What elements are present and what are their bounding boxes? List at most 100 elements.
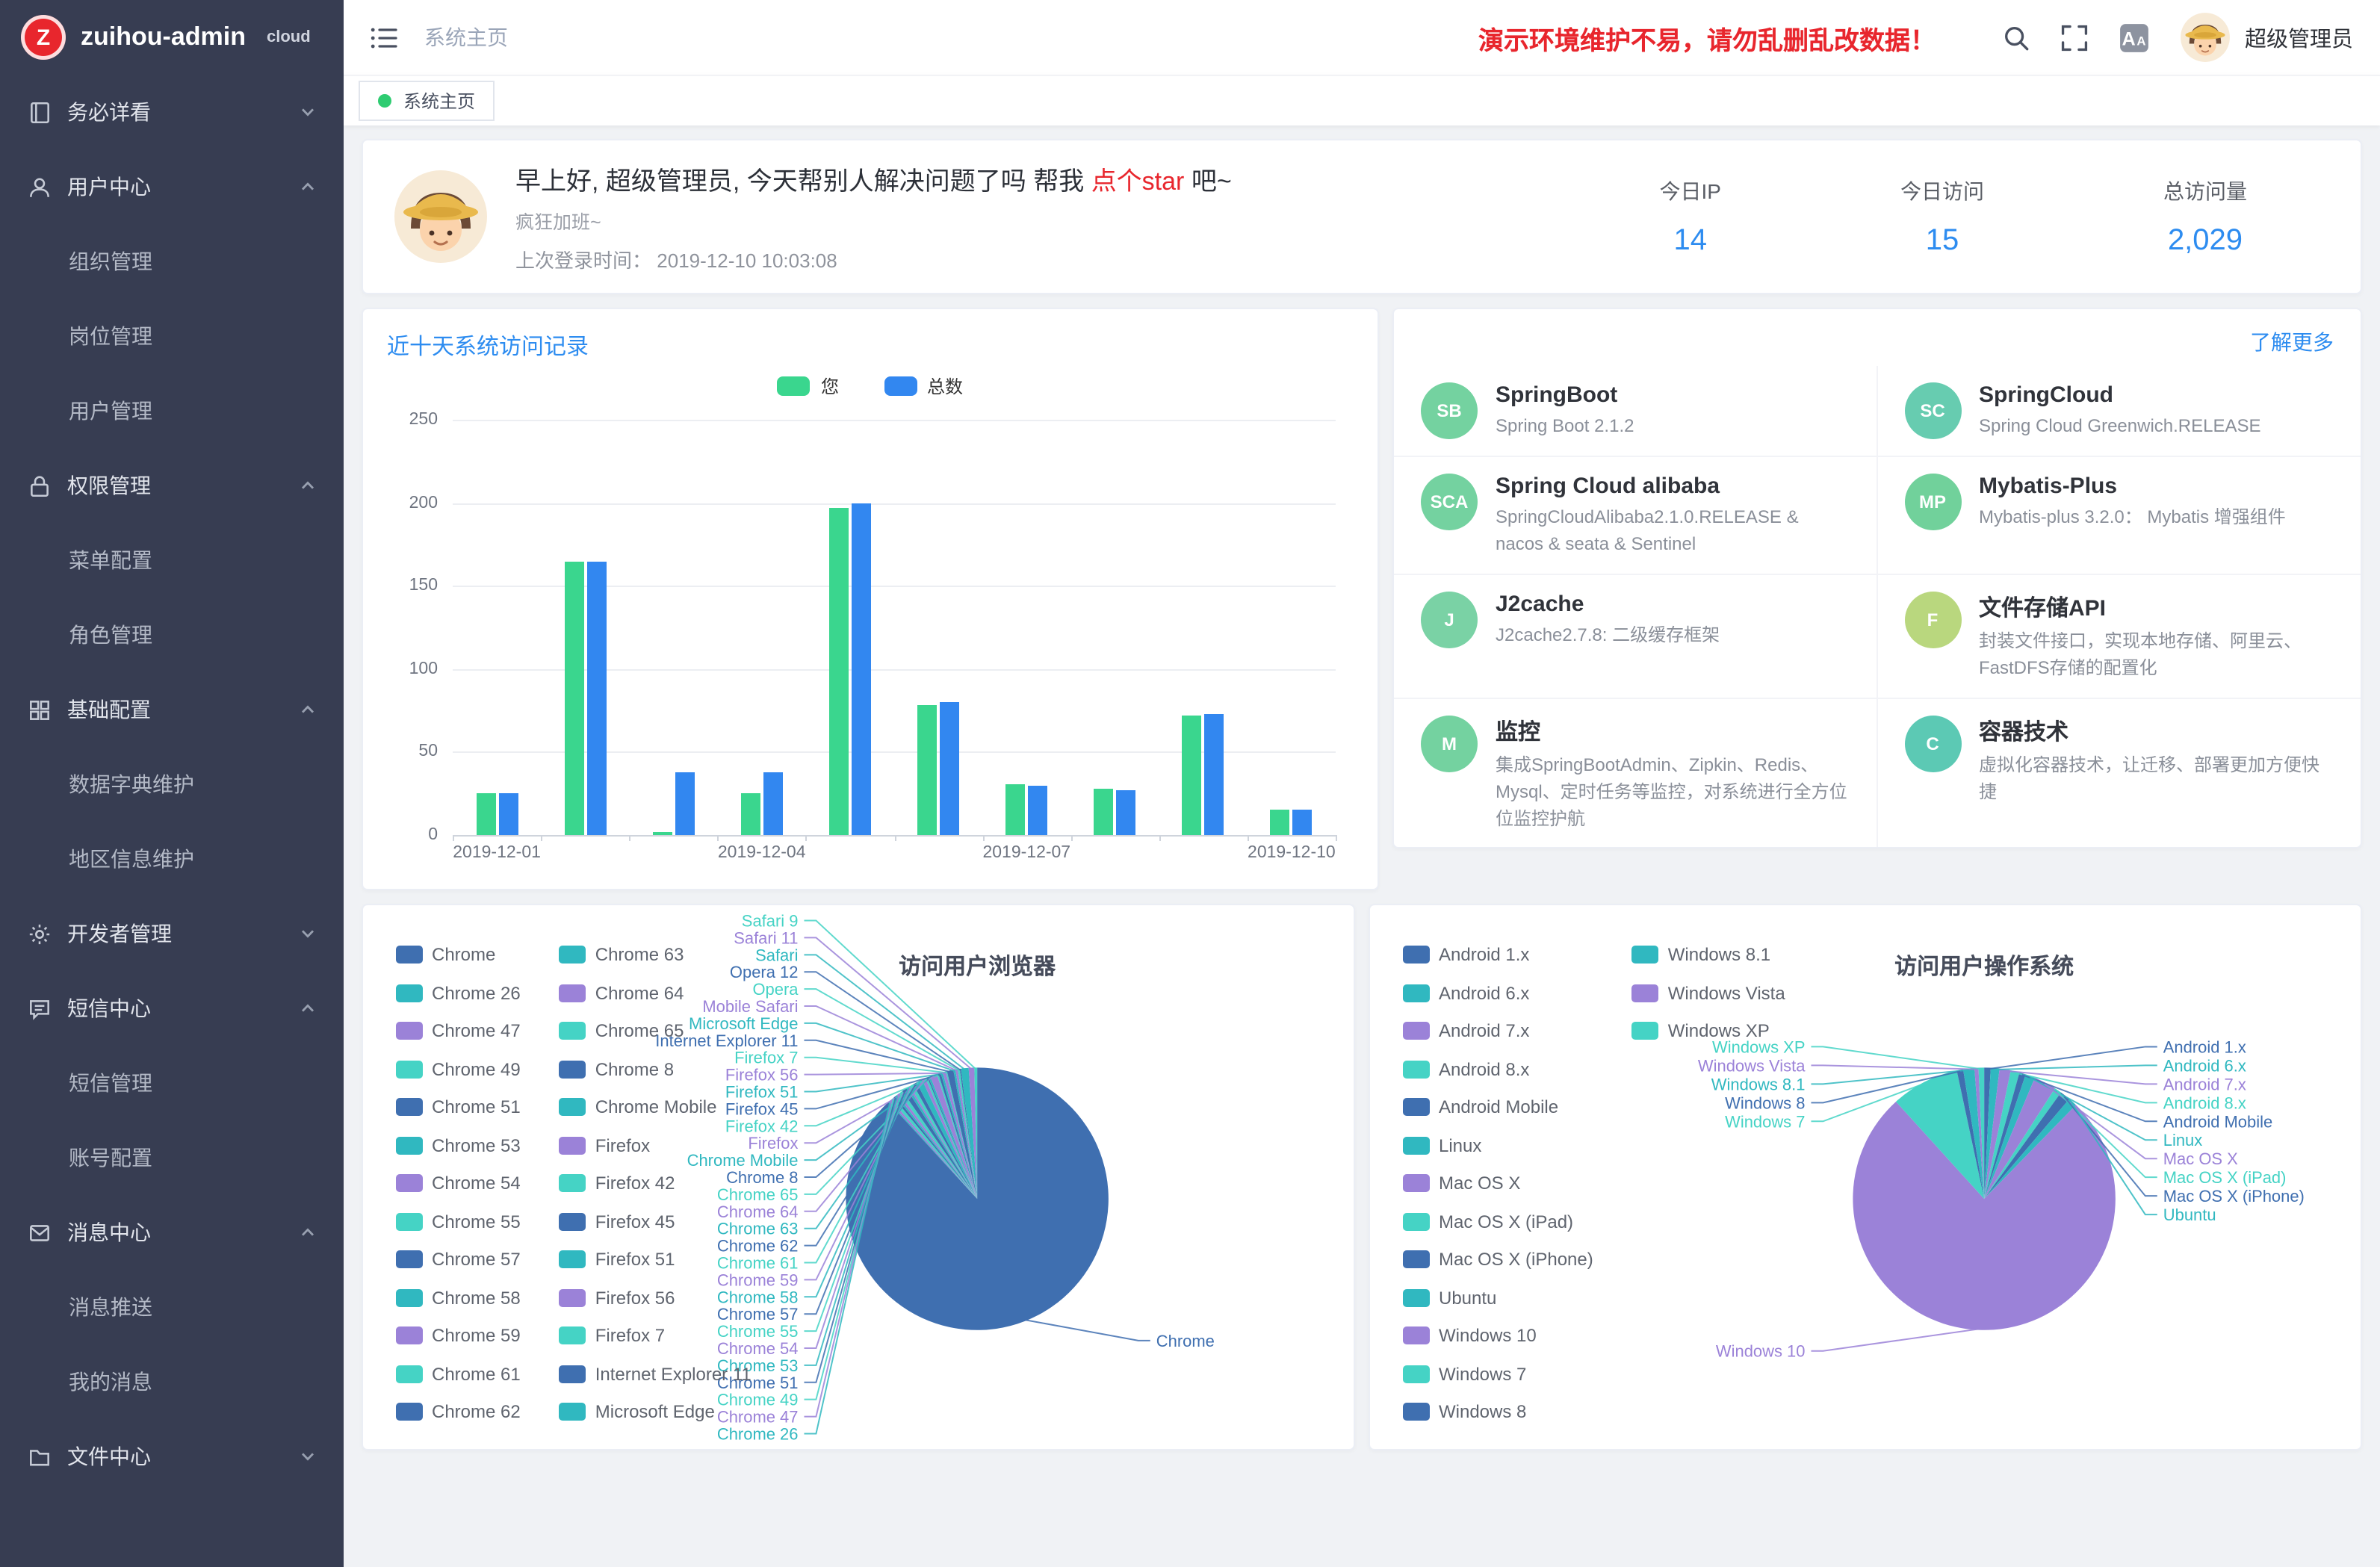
sidebar-subitem-5-0[interactable]: 短信管理 <box>0 1046 344 1120</box>
legend-item[interactable]: Mac OS X (iPad) <box>1403 1211 1593 1232</box>
stat-value[interactable]: 2,029 <box>2163 223 2247 258</box>
bar-s0-c2[interactable] <box>653 832 672 835</box>
legend-item[interactable]: Chrome <box>396 944 521 965</box>
legend-item[interactable]: Mac OS X <box>1403 1173 1593 1194</box>
legend-item[interactable]: Chrome 8 <box>560 1058 752 1079</box>
legend-item[interactable]: Chrome 54 <box>396 1173 521 1194</box>
sidebar-subitem-2-1[interactable]: 角色管理 <box>0 598 344 672</box>
legend-item[interactable]: Chrome Mobile <box>560 1096 752 1117</box>
legend-item[interactable]: Chrome 55 <box>396 1211 521 1232</box>
legend-item[interactable]: Chrome 61 <box>396 1363 521 1384</box>
learn-more-link[interactable]: 了解更多 <box>2250 327 2334 357</box>
breadcrumb[interactable]: 系统主页 <box>424 22 508 52</box>
feature-2[interactable]: SCASpring Cloud alibabaSpringCloudAlibab… <box>1394 457 1877 575</box>
feature-7[interactable]: C容器技术虚拟化容器技术，让迁移、部署更加方便快捷 <box>1877 699 2361 848</box>
legend-item[interactable]: Android 7.x <box>1403 1020 1593 1041</box>
legend-item[interactable]: Firefox 45 <box>560 1211 752 1232</box>
bar-s0-c9[interactable] <box>1271 810 1290 835</box>
bar-s1-c6[interactable] <box>1028 785 1047 835</box>
sidebar-item-0[interactable]: 务必详看 <box>0 75 344 149</box>
legend-item[interactable]: Android 6.x <box>1403 982 1593 1003</box>
sidebar-subitem-1-1[interactable]: 岗位管理 <box>0 299 344 373</box>
sidebar-item-4[interactable]: 开发者管理 <box>0 896 344 971</box>
sidebar-subitem-5-1[interactable]: 账号配置 <box>0 1120 344 1195</box>
legend-item[interactable]: Chrome 63 <box>560 944 752 965</box>
feature-6[interactable]: M监控集成SpringBootAdmin、Zipkin、Redis、Mysql、… <box>1394 699 1877 848</box>
feature-5[interactable]: F文件存储API封装文件接口，实现本地存储、阿里云、FastDFS存储的配置化 <box>1877 575 2361 699</box>
bar-s0-c4[interactable] <box>829 508 849 835</box>
username[interactable]: 超级管理员 <box>2245 22 2353 53</box>
legend-item[interactable]: Chrome 58 <box>396 1287 521 1308</box>
sidebar-subitem-2-0[interactable]: 菜单配置 <box>0 523 344 598</box>
sidebar-item-5[interactable]: 短信中心 <box>0 971 344 1046</box>
bar-s0-c8[interactable] <box>1183 716 1202 835</box>
bar-s0-c7[interactable] <box>1094 789 1114 835</box>
font-size-icon[interactable]: A A <box>2118 22 2149 53</box>
sidebar-item-2[interactable]: 权限管理 <box>0 448 344 523</box>
legend-item[interactable]: Windows Vista <box>1632 982 1785 1003</box>
legend-item[interactable]: Windows 8 <box>1403 1401 1593 1422</box>
sidebar-subitem-6-0[interactable]: 消息推送 <box>0 1270 344 1344</box>
logo[interactable]: Z zuihou-admin cloud <box>0 0 344 75</box>
bar-s0-c5[interactable] <box>917 706 937 835</box>
feature-1[interactable]: SCSpringCloudSpring Cloud Greenwich.RELE… <box>1877 366 2361 457</box>
legend-item[interactable]: Chrome 59 <box>396 1325 521 1346</box>
user-avatar[interactable] <box>2179 12 2230 63</box>
sidebar-subitem-3-1[interactable]: 地区信息维护 <box>0 822 344 896</box>
bar-legend-item[interactable]: 您 <box>778 373 839 399</box>
feature-3[interactable]: MPMybatis-PlusMybatis-plus 3.2.0： Mybati… <box>1877 457 2361 575</box>
bar-s1-c9[interactable] <box>1293 810 1313 835</box>
legend-item[interactable]: Windows XP <box>1632 1020 1785 1041</box>
sidebar-item-6[interactable]: 消息中心 <box>0 1195 344 1270</box>
bar-s0-c0[interactable] <box>476 793 495 835</box>
sidebar-subitem-6-1[interactable]: 我的消息 <box>0 1344 344 1419</box>
sidebar-subitem-3-0[interactable]: 数据字典维护 <box>0 747 344 822</box>
search-icon[interactable] <box>2001 23 2030 52</box>
sidebar-item-1[interactable]: 用户中心 <box>0 149 344 224</box>
legend-item[interactable]: Android 1.x <box>1403 944 1593 965</box>
legend-item[interactable]: Firefox 56 <box>560 1287 752 1308</box>
legend-item[interactable]: Chrome 53 <box>396 1135 521 1155</box>
legend-item[interactable]: Chrome 49 <box>396 1058 521 1079</box>
collapse-menu-icon[interactable] <box>371 26 397 49</box>
legend-item[interactable]: Android Mobile <box>1403 1096 1593 1117</box>
legend-item[interactable]: Mac OS X (iPhone) <box>1403 1249 1593 1270</box>
fullscreen-icon[interactable] <box>2060 23 2088 52</box>
feature-0[interactable]: SBSpringBootSpring Boot 2.1.2 <box>1394 366 1877 457</box>
legend-item[interactable]: Firefox 42 <box>560 1173 752 1194</box>
legend-item[interactable]: Android 8.x <box>1403 1058 1593 1079</box>
tab-home[interactable]: 系统主页 <box>359 81 495 121</box>
feature-4[interactable]: JJ2cacheJ2cache2.7.8: 二级缓存框架 <box>1394 575 1877 699</box>
legend-item[interactable]: Microsoft Edge <box>560 1401 752 1422</box>
bar-s1-c1[interactable] <box>586 561 606 835</box>
legend-item[interactable]: Firefox 7 <box>560 1325 752 1346</box>
bar-s1-c8[interactable] <box>1205 714 1224 835</box>
bar-s0-c6[interactable] <box>1005 784 1025 835</box>
visits-bar-chart[interactable]: 0501001502002502019-12-012019-12-042019-… <box>387 408 1354 868</box>
bar-legend-item[interactable]: 总数 <box>884 373 963 399</box>
bar-s1-c5[interactable] <box>940 702 959 835</box>
star-link[interactable]: 点个star <box>1091 167 1185 196</box>
bar-s1-c2[interactable] <box>675 772 695 836</box>
legend-item[interactable]: Chrome 57 <box>396 1249 521 1270</box>
bar-s0-c3[interactable] <box>741 793 760 835</box>
legend-item[interactable]: Chrome 51 <box>396 1096 521 1117</box>
legend-item[interactable]: Ubuntu <box>1403 1287 1593 1308</box>
bar-s1-c7[interactable] <box>1117 790 1136 835</box>
legend-item[interactable]: Firefox 51 <box>560 1249 752 1270</box>
stat-value[interactable]: 15 <box>1900 223 1984 258</box>
sidebar-item-3[interactable]: 基础配置 <box>0 672 344 747</box>
legend-item[interactable]: Internet Explorer 11 <box>560 1363 752 1384</box>
legend-item[interactable]: Windows 8.1 <box>1632 944 1785 965</box>
bar-s1-c3[interactable] <box>763 772 783 836</box>
legend-item[interactable]: Linux <box>1403 1135 1593 1155</box>
legend-item[interactable]: Chrome 64 <box>560 982 752 1003</box>
legend-item[interactable]: Chrome 62 <box>396 1401 521 1422</box>
sidebar-item-7[interactable]: 文件中心 <box>0 1419 344 1494</box>
bar-s0-c1[interactable] <box>564 561 583 835</box>
bar-s1-c4[interactable] <box>852 503 871 835</box>
sidebar-subitem-1-0[interactable]: 组织管理 <box>0 224 344 299</box>
sidebar-subitem-1-2[interactable]: 用户管理 <box>0 373 344 448</box>
legend-item[interactable]: Chrome 47 <box>396 1020 521 1041</box>
bar-s1-c0[interactable] <box>498 793 518 835</box>
